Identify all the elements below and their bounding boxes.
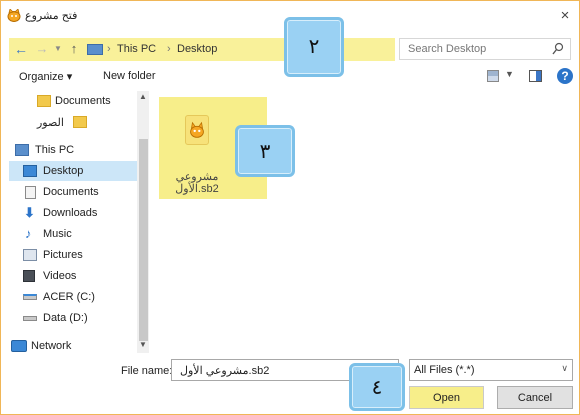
chevron-down-icon[interactable]: ∨ <box>561 363 568 374</box>
arrow-up-icon[interactable]: ↑ <box>67 39 81 59</box>
sidebar-item-documents-quick[interactable]: Documents <box>9 91 137 111</box>
sidebar-item-music[interactable]: ♪ Music <box>9 224 137 244</box>
cancel-button[interactable]: Cancel <box>497 386 573 409</box>
command-toolbar: Organize ▾ New folder ▼ ? <box>1 65 579 89</box>
documents-icon <box>25 186 36 199</box>
sidebar-item-videos[interactable]: Videos <box>9 266 137 286</box>
help-icon[interactable]: ? <box>557 68 573 84</box>
music-icon: ♪ <box>25 226 32 241</box>
filename-label: File name: <box>121 365 173 377</box>
download-icon: ⬇ <box>24 205 35 220</box>
sidebar-item-label: Network <box>31 340 72 352</box>
pictures-icon <box>23 249 37 261</box>
file-name: مشروعي الأول.sb2 <box>163 171 231 195</box>
scratch-project-icon <box>185 115 209 145</box>
sidebar-item-downloads[interactable]: ⬇ Downloads <box>9 203 137 223</box>
sidebar-item-label: Videos <box>43 270 77 282</box>
sidebar-item-pictures-ar[interactable]: الصور <box>9 112 137 132</box>
sidebar-item-label: Downloads <box>43 207 98 219</box>
breadcrumb-desktop[interactable]: Desktop <box>177 43 217 55</box>
sidebar-item-label: ACER (C:) <box>43 291 95 303</box>
sidebar-item-label: Documents <box>55 95 111 107</box>
scratch-cat-icon <box>7 9 21 22</box>
scrollbar-thumb[interactable] <box>139 139 148 341</box>
videos-icon <box>23 270 35 282</box>
arrow-left-icon[interactable]: ← <box>13 39 29 59</box>
filetype-value: All Files (*.*) <box>414 364 475 376</box>
callout-number: ٢ <box>308 34 320 58</box>
folder-icon <box>37 95 51 107</box>
breadcrumb-separator-icon: › <box>107 43 111 55</box>
file-name-line: الأول.sb2 <box>175 183 219 195</box>
new-folder-button[interactable]: New folder <box>103 70 156 82</box>
sidebar-item-network[interactable]: Network <box>9 336 137 356</box>
drive-icon <box>23 316 37 321</box>
close-button[interactable]: × <box>555 7 575 25</box>
sidebar-item-pictures[interactable]: Pictures <box>9 245 137 265</box>
network-icon <box>11 340 27 352</box>
filename-value: مشروعي الأول.sb2 <box>180 365 270 377</box>
sidebar-item-label: Pictures <box>43 249 83 261</box>
search-placeholder: Search Desktop <box>408 43 487 55</box>
scroll-up-icon[interactable]: ▲ <box>137 91 149 103</box>
arrow-right-icon[interactable]: → <box>35 39 49 59</box>
sidebar-item-this-pc[interactable]: This PC <box>9 140 137 160</box>
preview-pane-icon[interactable] <box>529 70 542 82</box>
window-title: فتح مشروع <box>25 10 78 22</box>
computer-icon <box>87 44 103 55</box>
filetype-select[interactable]: All Files (*.*) ∨ <box>409 359 573 381</box>
view-options-icon[interactable] <box>487 70 499 82</box>
callout-number: ٤ <box>371 375 383 399</box>
callout-number: ٣ <box>259 139 271 163</box>
search-icon[interactable] <box>552 42 564 56</box>
drive-icon <box>23 294 37 300</box>
sidebar-item-drive-d[interactable]: Data (D:) <box>9 308 137 328</box>
sidebar-item-label: Documents <box>43 186 99 198</box>
sidebar-item-drive-c[interactable]: ACER (C:) <box>9 287 137 307</box>
sidebar-scrollbar[interactable]: ▲ ▼ <box>137 91 149 353</box>
chevron-down-icon[interactable]: ▼ <box>505 69 514 79</box>
computer-icon <box>15 144 29 156</box>
breadcrumb-this-pc[interactable]: This PC <box>117 43 156 55</box>
sidebar-item-desktop[interactable]: Desktop <box>9 161 137 181</box>
callout-step-4: ٤ <box>349 363 405 411</box>
callout-step-3: ٣ <box>235 125 295 177</box>
sidebar-item-label: الصور <box>37 117 64 129</box>
navigation-pane: Documents الصور This PC Desktop Document… <box>9 91 149 356</box>
sidebar-item-label: This PC <box>35 144 75 156</box>
sidebar-item-label: Data (D:) <box>43 312 88 324</box>
scroll-down-icon[interactable]: ▼ <box>137 339 149 351</box>
open-project-dialog: فتح مشروع × ← → ▼ ↑ › This PC › Desktop … <box>0 0 580 415</box>
sidebar-item-documents[interactable]: Documents <box>9 182 137 202</box>
breadcrumb-separator-icon: › <box>167 43 171 55</box>
open-button[interactable]: Open <box>409 386 484 409</box>
file-name-line: مشروعي <box>175 171 219 183</box>
search-input[interactable]: Search Desktop <box>399 38 571 60</box>
folder-icon <box>73 116 87 128</box>
sidebar-item-label: Music <box>43 228 72 240</box>
sidebar-item-label: Desktop <box>43 165 84 177</box>
desktop-icon <box>23 165 37 177</box>
chevron-down-icon[interactable]: ▼ <box>53 39 63 59</box>
organize-menu[interactable]: Organize ▾ <box>19 70 72 83</box>
